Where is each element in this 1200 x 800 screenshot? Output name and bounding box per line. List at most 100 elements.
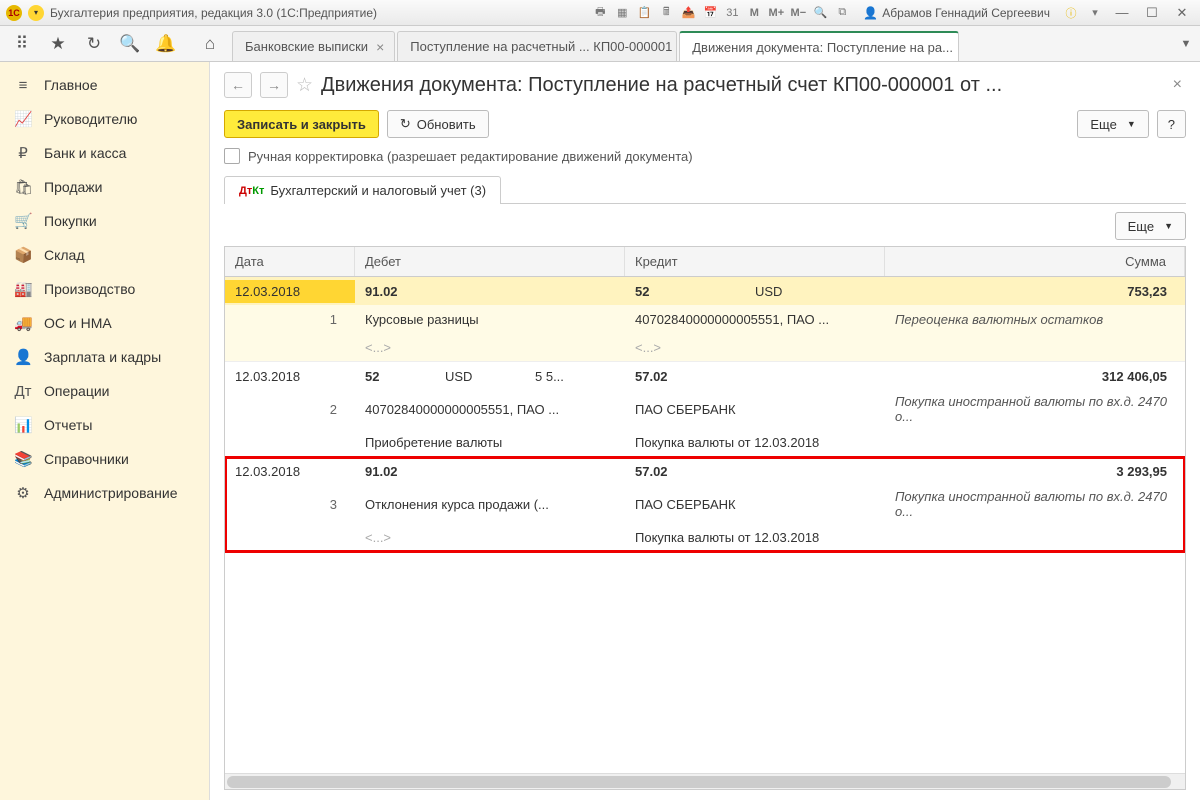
sidebar-icon: 📊 — [14, 416, 32, 434]
tab-receipt[interactable]: Поступление на расчетный ... КП00-000001… — [397, 31, 677, 61]
document-tabs: Банковские выписки × Поступление на расч… — [232, 26, 1172, 61]
table-more-button[interactable]: Еще▼ — [1115, 212, 1186, 240]
app-logo-icon: 1C — [6, 5, 22, 21]
info-icon[interactable]: ⓘ — [1062, 4, 1080, 22]
sidebar-label: Покупки — [44, 213, 97, 229]
window-icon[interactable]: ⧉ — [833, 4, 851, 22]
sidebar-icon: 👤 — [14, 348, 32, 366]
forward-button[interactable]: → — [260, 72, 288, 98]
sidebar-label: Операции — [44, 383, 110, 399]
favorite-icon[interactable]: ☆ — [296, 74, 313, 97]
app-title: Бухгалтерия предприятия, редакция 3.0 (1… — [50, 6, 377, 20]
clipboard-icon[interactable]: 📋 — [635, 4, 653, 22]
sidebar-icon: 🚚 — [14, 314, 32, 332]
send-icon[interactable]: 📤 — [679, 4, 697, 22]
user-label[interactable]: 👤 Абрамов Геннадий Сергеевич — [857, 6, 1056, 20]
table-row[interactable]: 12.03.201852USD5 5...57.02312 406,052407… — [225, 362, 1185, 457]
close-window-button[interactable]: ✕ — [1170, 4, 1194, 22]
sidebar-icon: 🛒 — [14, 212, 32, 230]
sidebar-item-5[interactable]: 📦 Склад — [0, 238, 209, 272]
sidebar-item-1[interactable]: 📈 Руководителю — [0, 102, 209, 136]
sidebar-label: Банк и касса — [44, 145, 126, 161]
sidebar-item-0[interactable]: ≡ Главное — [0, 68, 209, 102]
m-minus-icon[interactable]: M− — [789, 4, 807, 22]
close-icon[interactable]: × — [376, 39, 384, 55]
search-icon[interactable]: 🔍 — [112, 26, 148, 61]
sidebar-item-2[interactable]: ₽ Банк и касса — [0, 136, 209, 170]
sidebar: ≡ Главное 📈 Руководителю ₽ Банк и касса 🛍Прода… — [0, 62, 210, 800]
manual-edit-row[interactable]: Ручная корректировка (разрешает редактир… — [224, 148, 1186, 164]
sidebar-label: Производство — [44, 281, 135, 297]
sidebar-item-9[interactable]: Дт Операции — [0, 374, 209, 408]
home-icon[interactable]: ⌂ — [192, 26, 228, 61]
sidebar-icon: ⚙ — [14, 484, 32, 502]
help-button[interactable]: ? — [1157, 110, 1186, 138]
date-icon[interactable]: 31 — [723, 4, 741, 22]
refresh-icon: ↻ — [400, 116, 411, 132]
history-icon[interactable]: ↻ — [76, 26, 112, 61]
sidebar-label: ОС и НМА — [44, 315, 112, 331]
col-debit[interactable]: Дебет — [355, 247, 625, 276]
sidebar-item-10[interactable]: 📊 Отчеты — [0, 408, 209, 442]
sidebar-item-6[interactable]: 🏭 Производство — [0, 272, 209, 306]
sidebar-label: Администрирование — [44, 485, 178, 501]
star-toolbar-icon[interactable]: ★ — [40, 26, 76, 61]
dropdown-icon[interactable]: ▾ — [1086, 4, 1104, 22]
preview-icon[interactable]: ▦ — [613, 4, 631, 22]
refresh-button[interactable]: ↻Обновить — [387, 110, 489, 138]
table-row[interactable]: 12.03.201891.0252USD753,231Курсовые разн… — [225, 277, 1185, 362]
close-page-button[interactable]: × — [1169, 76, 1186, 94]
col-sum[interactable]: Сумма — [885, 247, 1185, 276]
sidebar-item-11[interactable]: 📚 Справочники — [0, 442, 209, 476]
sidebar-icon: 📈 — [14, 110, 32, 128]
sidebar-item-8[interactable]: 👤 Зарплата и кадры — [0, 340, 209, 374]
sidebar-label: Главное — [44, 77, 98, 93]
back-button[interactable]: ← — [224, 72, 252, 98]
tab-accounting[interactable]: ДтКт Бухгалтерский и налоговый учет (3) — [224, 176, 501, 204]
dtkt-icon: ДтКт — [239, 185, 264, 197]
sidebar-label: Отчеты — [44, 417, 92, 433]
bell-icon[interactable]: 🔔 — [148, 26, 184, 61]
tab-movements[interactable]: Движения документа: Поступление на ра...… — [679, 31, 959, 61]
sidebar-icon: ₽ — [14, 144, 32, 162]
tab-bank-statements[interactable]: Банковские выписки × — [232, 31, 395, 61]
print-icon[interactable]: 🖶 — [591, 4, 609, 22]
sidebar-label: Склад — [44, 247, 85, 263]
sidebar-icon: 🏭 — [14, 280, 32, 298]
table-row[interactable]: 12.03.201891.0257.023 293,953Отклонения … — [225, 457, 1185, 552]
tabs-dropdown[interactable]: ▼ — [1172, 26, 1200, 61]
m-icon[interactable]: M — [745, 4, 763, 22]
sidebar-icon: ≡ — [14, 77, 32, 94]
sidebar-icon: 📚 — [14, 450, 32, 468]
manual-edit-checkbox[interactable] — [224, 148, 240, 164]
table-header: Дата Дебет Кредит Сумма — [225, 247, 1185, 277]
sidebar-icon: Дт — [14, 383, 32, 400]
sidebar-item-7[interactable]: 🚚 ОС и НМА — [0, 306, 209, 340]
save-close-button[interactable]: Записать и закрыть — [224, 110, 379, 138]
maximize-button[interactable]: ☐ — [1140, 4, 1164, 22]
col-credit[interactable]: Кредит — [625, 247, 885, 276]
apps-icon[interactable]: ⠿ — [4, 26, 40, 61]
sidebar-label: Зарплата и кадры — [44, 349, 161, 365]
sidebar-icon: 📦 — [14, 246, 32, 264]
main-content: ← → ☆ Движения документа: Поступление на… — [210, 62, 1200, 800]
sidebar-label: Руководителю — [44, 111, 137, 127]
more-button[interactable]: Еще▼ — [1077, 110, 1148, 138]
horizontal-scrollbar[interactable] — [225, 773, 1185, 789]
user-icon: 👤 — [863, 6, 878, 20]
calendar-icon[interactable]: 📅 — [701, 4, 719, 22]
app-menu-icon[interactable]: ▾ — [28, 5, 44, 21]
search-toolbar-icon[interactable]: 🔍 — [811, 4, 829, 22]
col-date[interactable]: Дата — [225, 247, 355, 276]
sidebar-label: Справочники — [44, 451, 129, 467]
m-plus-icon[interactable]: M+ — [767, 4, 785, 22]
sidebar-item-12[interactable]: ⚙ Администрирование — [0, 476, 209, 510]
sidebar-item-4[interactable]: 🛒 Покупки — [0, 204, 209, 238]
minimize-button[interactable]: — — [1110, 4, 1134, 22]
sidebar-item-3[interactable]: 🛍Продажи — [0, 170, 209, 204]
sidebar-icon: 🛍 — [14, 178, 32, 196]
entries-table: Дата Дебет Кредит Сумма 12.03.201891.025… — [224, 246, 1186, 790]
titlebar: 1C ▾ Бухгалтерия предприятия, редакция 3… — [0, 0, 1200, 26]
page-title: Движения документа: Поступление на расче… — [321, 74, 1161, 97]
calc-icon[interactable]: 🖩 — [657, 4, 675, 22]
